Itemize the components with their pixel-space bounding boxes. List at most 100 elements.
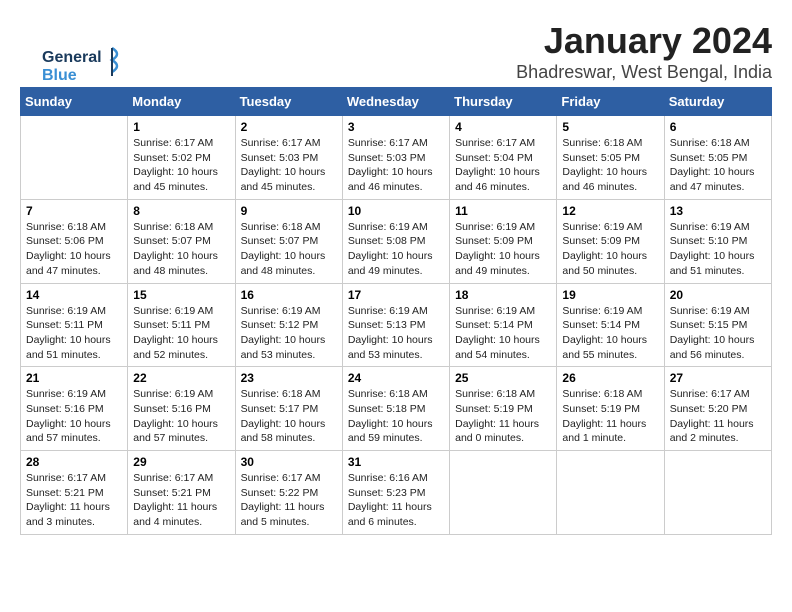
calendar-day-cell: 23Sunrise: 6:18 AMSunset: 5:17 PMDayligh… [235,367,342,451]
calendar-day-cell: 11 Sunrise: 6:19 AMSunset: 5:09 PMDayligh… [450,199,557,283]
day-info: Sunrise: 6:19 AMSunset: 5:10 PMDaylight:… [670,220,766,279]
day-number: 10 [348,204,444,218]
day-number: 11 [455,204,551,218]
day-info: Sunrise: 6:19 AMSunset: 5:15 PMDaylight:… [670,304,766,363]
day-info: Sunrise: 6:19 AMSunset: 5:11 PMDaylight:… [133,304,229,363]
day-number: 16 [241,288,337,302]
day-info: Sunrise: 6:17 AMSunset: 5:20 PMDaylight:… [670,387,766,446]
calendar-day-cell: 16 Sunrise: 6:19 AMSunset: 5:12 PMDayligh… [235,283,342,367]
svg-text:Blue: Blue [42,67,77,84]
day-number: 22 [133,371,229,385]
day-info: Sunrise: 6:18 AMSunset: 5:05 PMDaylight:… [562,136,658,195]
calendar-day-cell: 12Sunrise: 6:19 AMSunset: 5:09 PMDayligh… [557,199,664,283]
day-number: 27 [670,371,766,385]
day-info: Sunrise: 6:19 AMSunset: 5:14 PMDaylight:… [455,304,551,363]
day-number: 29 [133,455,229,469]
day-info: Sunrise: 6:19 AMSunset: 5:16 PMDaylight:… [133,387,229,446]
calendar-day-cell [557,451,664,535]
calendar-week-row: 1 Sunrise: 6:17 AMSunset: 5:02 PMDaylight… [21,116,772,200]
day-info: Sunrise: 6:17 AMSunset: 5:02 PMDaylight:… [133,136,229,195]
calendar-day-cell: 18Sunrise: 6:19 AMSunset: 5:14 PMDayligh… [450,283,557,367]
calendar-week-row: 28 Sunrise: 6:17 AMSunset: 5:21 PMDayligh… [21,451,772,535]
calendar-day-cell: 6 Sunrise: 6:18 AMSunset: 5:05 PMDaylight… [664,116,771,200]
day-number: 28 [26,455,122,469]
day-number: 15 [133,288,229,302]
day-info: Sunrise: 6:17 AMSunset: 5:03 PMDaylight:… [241,136,337,195]
day-info: Sunrise: 6:18 AMSunset: 5:07 PMDaylight:… [133,220,229,279]
calendar-day-cell: 7 Sunrise: 6:18 AMSunset: 5:06 PMDaylight… [21,199,128,283]
calendar-day-cell: 8 Sunrise: 6:18 AMSunset: 5:07 PMDaylight… [128,199,235,283]
calendar-day-cell: 26 Sunrise: 6:18 AMSunset: 5:19 PMDayligh… [557,367,664,451]
day-number: 9 [241,204,337,218]
day-number: 14 [26,288,122,302]
calendar-day-cell: 13 Sunrise: 6:19 AMSunset: 5:10 PMDayligh… [664,199,771,283]
calendar-day-cell [664,451,771,535]
day-of-week-header: Friday [557,88,664,116]
day-info: Sunrise: 6:17 AMSunset: 5:21 PMDaylight:… [133,471,229,530]
logo: General Blue [40,40,130,95]
day-info: Sunrise: 6:16 AMSunset: 5:23 PMDaylight:… [348,471,444,530]
day-info: Sunrise: 6:18 AMSunset: 5:07 PMDaylight:… [241,220,337,279]
calendar-day-cell: 28 Sunrise: 6:17 AMSunset: 5:21 PMDayligh… [21,451,128,535]
day-number: 5 [562,120,658,134]
day-info: Sunrise: 6:19 AMSunset: 5:11 PMDaylight:… [26,304,122,363]
day-number: 25 [455,371,551,385]
day-number: 3 [348,120,444,134]
calendar-day-cell: 4Sunrise: 6:17 AMSunset: 5:04 PMDaylight… [450,116,557,200]
day-info: Sunrise: 6:19 AMSunset: 5:08 PMDaylight:… [348,220,444,279]
day-info: Sunrise: 6:19 AMSunset: 5:09 PMDaylight:… [455,220,551,279]
svg-text:General: General [42,49,102,66]
day-info: Sunrise: 6:19 AMSunset: 5:16 PMDaylight:… [26,387,122,446]
day-of-week-header: Saturday [664,88,771,116]
day-info: Sunrise: 6:17 AMSunset: 5:03 PMDaylight:… [348,136,444,195]
page-header: January 2024 Bhadreswar, West Bengal, In… [20,20,772,83]
day-number: 8 [133,204,229,218]
day-info: Sunrise: 6:18 AMSunset: 5:06 PMDaylight:… [26,220,122,279]
calendar-day-cell: 31 Sunrise: 6:16 AMSunset: 5:23 PMDayligh… [342,451,449,535]
calendar-day-cell: 21 Sunrise: 6:19 AMSunset: 5:16 PMDayligh… [21,367,128,451]
calendar-day-cell: 1 Sunrise: 6:17 AMSunset: 5:02 PMDaylight… [128,116,235,200]
day-info: Sunrise: 6:17 AMSunset: 5:21 PMDaylight:… [26,471,122,530]
calendar-day-cell: 17Sunrise: 6:19 AMSunset: 5:13 PMDayligh… [342,283,449,367]
calendar-day-cell: 10 Sunrise: 6:19 AMSunset: 5:08 PMDayligh… [342,199,449,283]
day-of-week-header: Monday [128,88,235,116]
calendar-day-cell: 15 Sunrise: 6:19 AMSunset: 5:11 PMDayligh… [128,283,235,367]
day-number: 31 [348,455,444,469]
day-number: 17 [348,288,444,302]
day-number: 20 [670,288,766,302]
day-of-week-header: Thursday [450,88,557,116]
day-number: 23 [241,371,337,385]
day-info: Sunrise: 6:18 AMSunset: 5:19 PMDaylight:… [562,387,658,446]
day-number: 7 [26,204,122,218]
calendar-day-cell: 3 Sunrise: 6:17 AMSunset: 5:03 PMDaylight… [342,116,449,200]
day-info: Sunrise: 6:19 AMSunset: 5:12 PMDaylight:… [241,304,337,363]
calendar-day-cell: 9 Sunrise: 6:18 AMSunset: 5:07 PMDaylight… [235,199,342,283]
day-of-week-header: Wednesday [342,88,449,116]
day-number: 2 [241,120,337,134]
calendar-week-row: 21 Sunrise: 6:19 AMSunset: 5:16 PMDayligh… [21,367,772,451]
calendar-day-cell: 27 Sunrise: 6:17 AMSunset: 5:20 PMDayligh… [664,367,771,451]
month-year-title: January 2024 [20,20,772,62]
day-info: Sunrise: 6:18 AMSunset: 5:05 PMDaylight:… [670,136,766,195]
calendar-day-cell: 5 Sunrise: 6:18 AMSunset: 5:05 PMDaylight… [557,116,664,200]
calendar-day-cell: 30Sunrise: 6:17 AMSunset: 5:22 PMDayligh… [235,451,342,535]
day-of-week-header: Tuesday [235,88,342,116]
calendar-day-cell: 24Sunrise: 6:18 AMSunset: 5:18 PMDayligh… [342,367,449,451]
day-number: 30 [241,455,337,469]
day-number: 19 [562,288,658,302]
day-info: Sunrise: 6:19 AMSunset: 5:14 PMDaylight:… [562,304,658,363]
calendar-day-cell: 25Sunrise: 6:18 AMSunset: 5:19 PMDayligh… [450,367,557,451]
calendar-table: SundayMondayTuesdayWednesdayThursdayFrid… [20,87,772,535]
day-number: 1 [133,120,229,134]
day-number: 26 [562,371,658,385]
calendar-day-cell: 22 Sunrise: 6:19 AMSunset: 5:16 PMDayligh… [128,367,235,451]
day-number: 13 [670,204,766,218]
day-number: 12 [562,204,658,218]
day-number: 21 [26,371,122,385]
location-subtitle: Bhadreswar, West Bengal, India [20,62,772,83]
calendar-day-cell [450,451,557,535]
day-number: 6 [670,120,766,134]
calendar-week-row: 7 Sunrise: 6:18 AMSunset: 5:06 PMDaylight… [21,199,772,283]
calendar-day-cell: 29 Sunrise: 6:17 AMSunset: 5:21 PMDayligh… [128,451,235,535]
calendar-day-cell: 14 Sunrise: 6:19 AMSunset: 5:11 PMDayligh… [21,283,128,367]
